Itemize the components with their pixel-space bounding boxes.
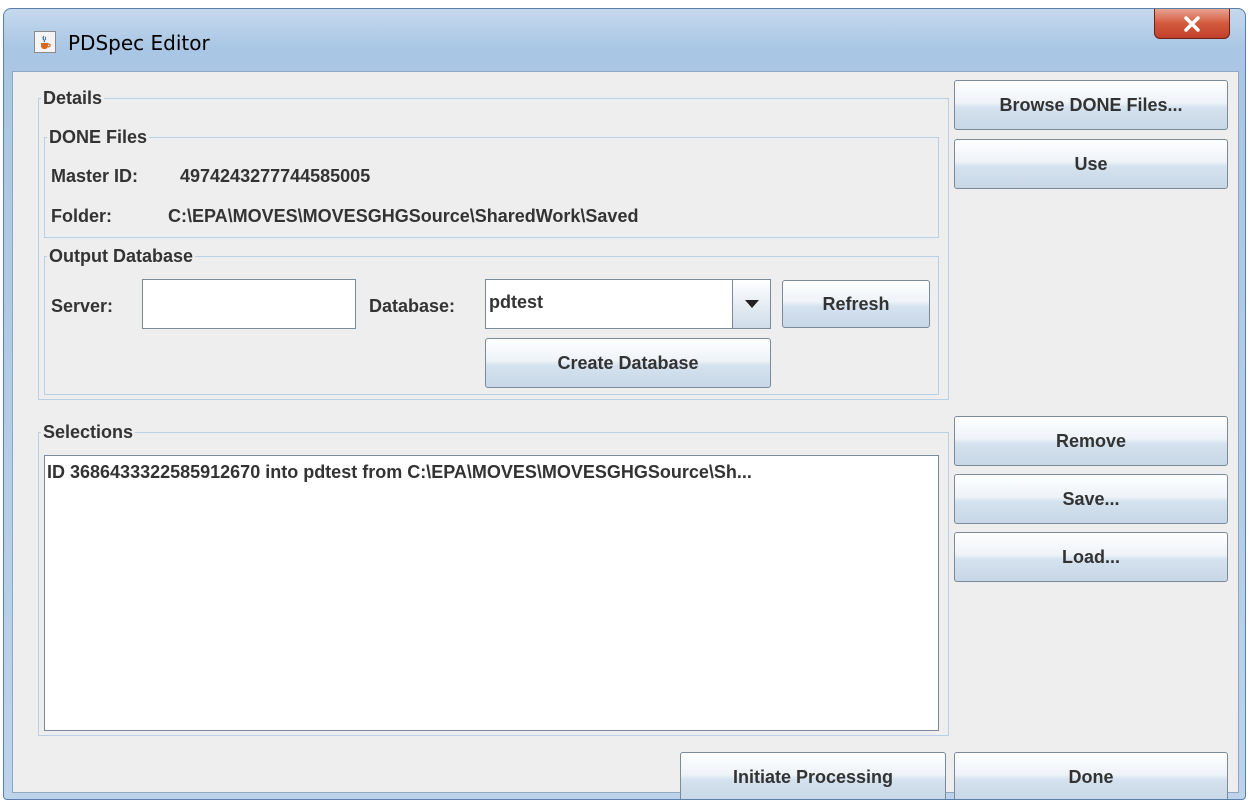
browse-done-files-button[interactable]: Browse DONE Files...: [954, 80, 1228, 130]
chevron-down-icon: [744, 300, 759, 308]
database-dropdown-arrow[interactable]: [732, 280, 770, 328]
output-database-group: Output Database Server: Database: pdtest…: [44, 245, 939, 395]
window-title: PDSpec Editor: [68, 31, 210, 55]
master-id-label: Master ID:: [51, 166, 139, 186]
title-bar[interactable]: PDSpec Editor: [4, 9, 1245, 71]
details-group: Details DONE Files Master ID: 4974243277…: [38, 87, 949, 400]
folder-value: C:\EPA\MOVES\MOVESGHGSource\SharedWork\S…: [168, 206, 639, 226]
remove-button[interactable]: Remove: [954, 416, 1228, 466]
save-button[interactable]: Save...: [954, 474, 1228, 524]
close-button[interactable]: [1154, 9, 1230, 39]
server-input[interactable]: [142, 279, 356, 329]
details-title: Details: [41, 87, 105, 109]
dialog-content: Details DONE Files Master ID: 4974243277…: [12, 71, 1239, 799]
load-button[interactable]: Load...: [954, 532, 1228, 582]
selections-group: Selections ID 3686433322585912670 into p…: [38, 421, 949, 736]
java-cup-icon: [34, 31, 56, 53]
database-dropdown[interactable]: pdtest: [485, 279, 771, 329]
master-id-value: 4974243277744585005: [180, 166, 371, 186]
database-label: Database:: [369, 296, 456, 316]
create-database-button[interactable]: Create Database: [485, 338, 771, 388]
use-button[interactable]: Use: [954, 139, 1228, 189]
server-label: Server:: [51, 296, 114, 316]
initiate-processing-button[interactable]: Initiate Processing: [680, 752, 946, 799]
done-files-title: DONE Files: [47, 126, 150, 148]
selections-list[interactable]: ID 3686433322585912670 into pdtest from …: [44, 455, 939, 731]
folder-label: Folder:: [51, 206, 112, 226]
close-icon: [1184, 15, 1200, 32]
selections-title: Selections: [41, 421, 136, 443]
database-dropdown-value: pdtest: [489, 292, 543, 312]
done-files-group: DONE Files Master ID: 497424327774458500…: [44, 126, 939, 238]
output-database-title: Output Database: [47, 245, 196, 267]
pdspec-editor-window: PDSpec Editor Details DONE Files Master …: [3, 8, 1246, 800]
done-button[interactable]: Done: [954, 752, 1228, 799]
list-item[interactable]: ID 3686433322585912670 into pdtest from …: [47, 462, 752, 483]
refresh-button[interactable]: Refresh: [782, 280, 930, 328]
